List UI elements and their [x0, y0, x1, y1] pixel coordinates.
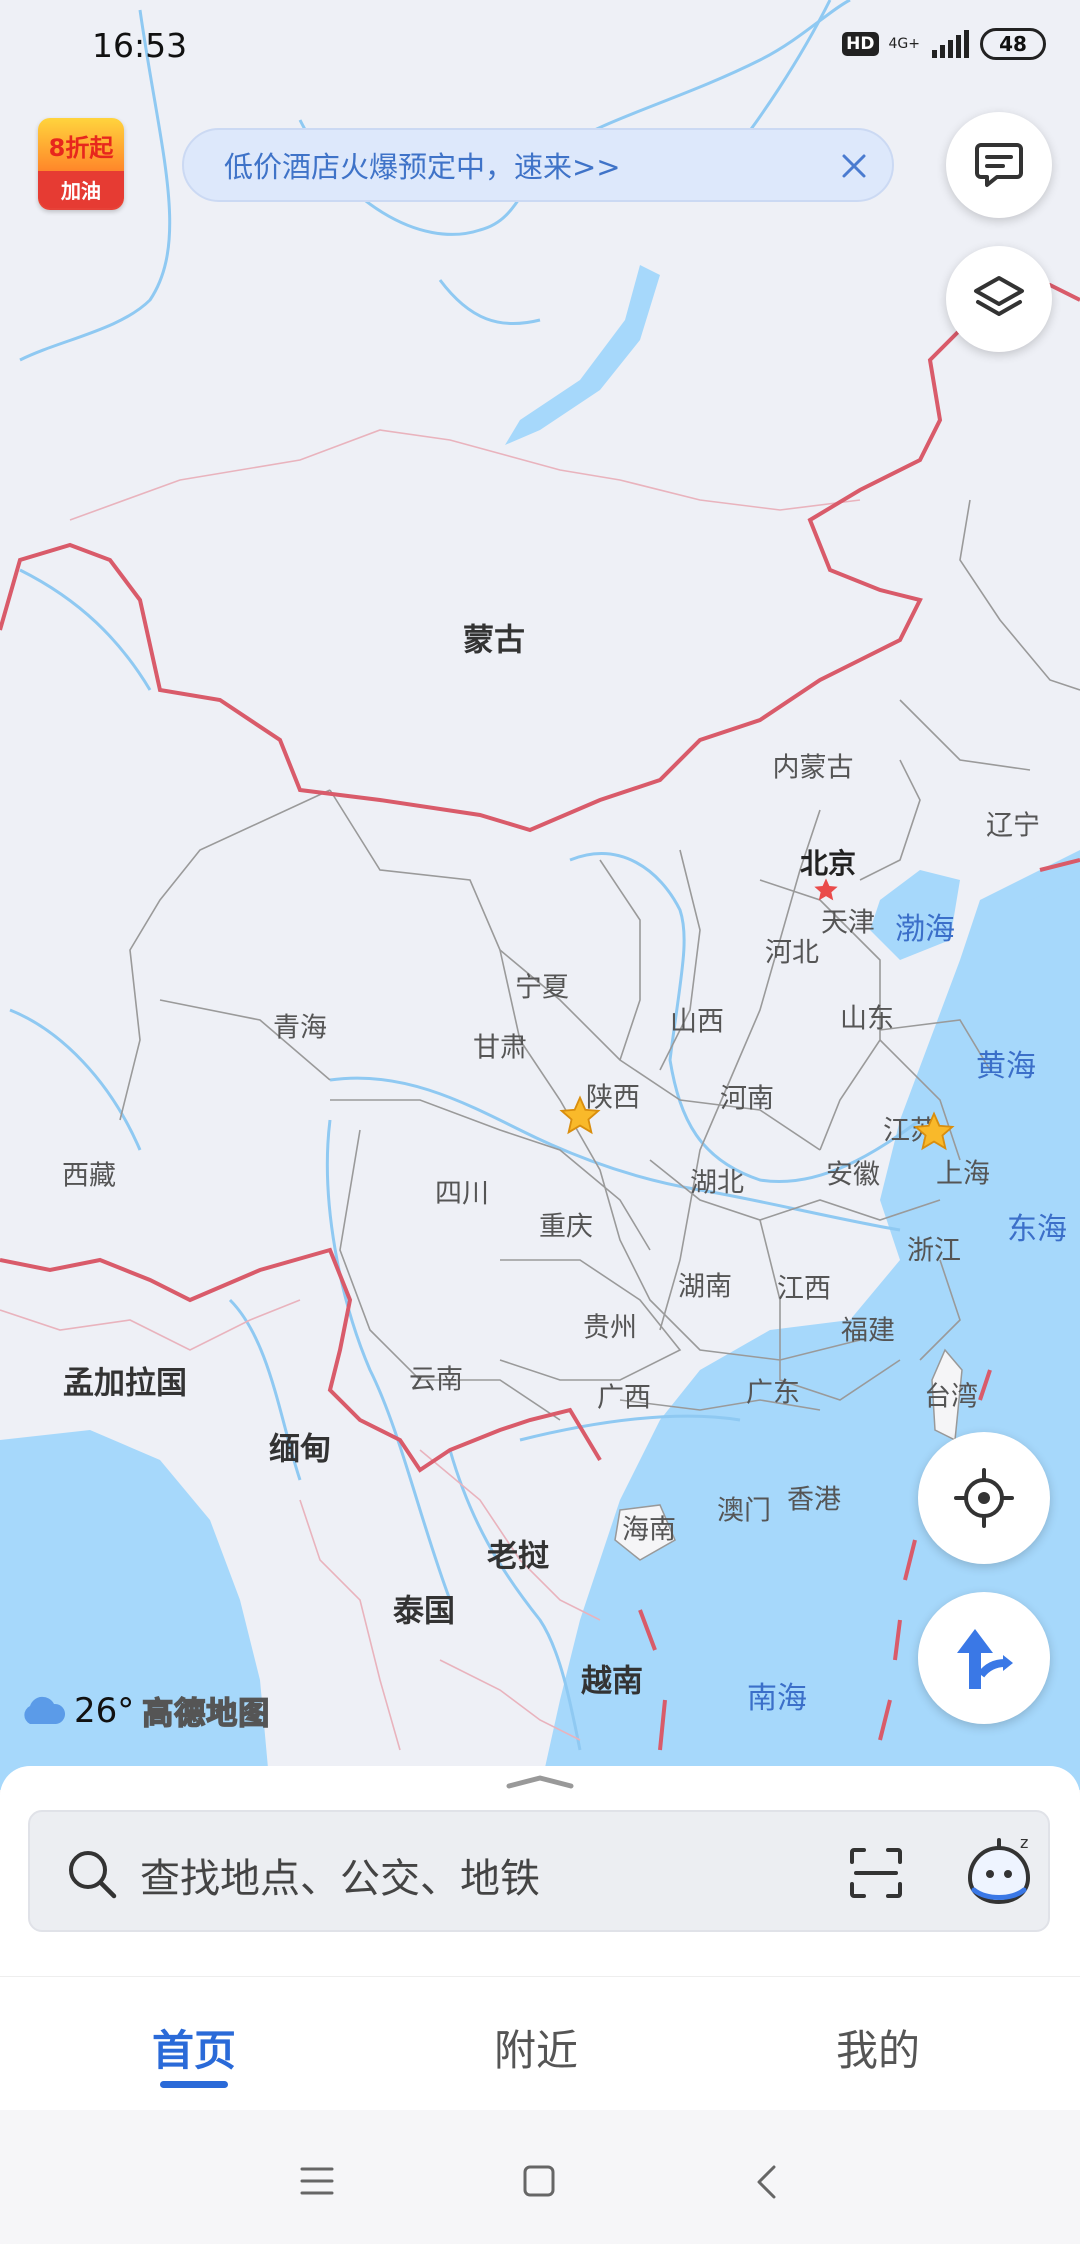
route-button[interactable] — [918, 1592, 1050, 1724]
map-label-bangladesh: 孟加拉国 — [63, 1365, 187, 1402]
cloud-icon — [24, 1696, 66, 1724]
hotel-promo-banner[interactable]: 低价酒店火爆预定中，速来>> — [182, 128, 894, 202]
favorite-star-icon[interactable] — [558, 1094, 602, 1138]
promo-discount: 8折起 — [48, 134, 114, 162]
map-label-province: 湖北 — [690, 1167, 744, 1199]
map-label-province: 香港 — [787, 1484, 841, 1516]
tab-mine[interactable]: 我的 — [836, 2017, 920, 2078]
map-label-province: 台湾 — [924, 1381, 978, 1413]
map-label-sea: 渤海 — [895, 912, 955, 947]
map-label-laos: 老挝 — [487, 1538, 549, 1575]
bottom-sheet[interactable]: 查找地点、公交、地铁 z — [0, 1766, 1080, 1976]
brand-logo: 高德地图 — [142, 1695, 271, 1733]
status-time: 16:53 — [92, 26, 188, 65]
banner-text: 低价酒店火爆预定中，速来>> — [224, 150, 621, 184]
search-icon — [69, 1851, 117, 1899]
map-label-province: 广东 — [746, 1377, 800, 1409]
tab-home[interactable]: 首页 — [152, 2017, 236, 2078]
network-type: 4G+ — [888, 36, 921, 52]
map-label-province: 安徽 — [826, 1159, 880, 1191]
system-nav-bar — [0, 2110, 1080, 2244]
search-input[interactable]: 查找地点、公交、地铁 — [140, 1846, 540, 1904]
chat-icon — [975, 143, 1023, 187]
map-label-province: 辽宁 — [986, 810, 1040, 842]
map-label-vietnam: 越南 — [581, 1663, 643, 1700]
battery-indicator: 48 — [980, 28, 1046, 60]
map-label-province: 海南 — [622, 1514, 676, 1546]
map-label-province: 河南 — [720, 1083, 774, 1115]
map-label-sea: 南海 — [747, 1681, 807, 1716]
map-label-province: 湖南 — [678, 1271, 732, 1303]
map-label-mongolia: 蒙古 — [463, 622, 525, 659]
map-label-province: 贵州 — [583, 1312, 637, 1344]
temperature: 26° — [74, 1690, 135, 1731]
map-canvas — [0, 0, 1080, 1790]
map-view[interactable]: 蒙古 孟加拉国 缅甸 老挝 泰国 越南 内蒙古 辽宁 北京 天津 河北 山西 山… — [0, 0, 1080, 1790]
status-bar: 16:53 HD 4G+ 48 — [0, 0, 1080, 90]
map-label-province: 福建 — [841, 1315, 895, 1347]
map-label-myanmar: 缅甸 — [269, 1431, 331, 1468]
tab-bar: 首页 附近 我的 — [0, 1976, 1080, 2111]
map-label-province: 甘肃 — [473, 1032, 527, 1064]
map-label-province: 江西 — [777, 1273, 831, 1305]
map-label-province: 浙江 — [907, 1235, 961, 1267]
map-label-province: 青海 — [273, 1012, 327, 1044]
weather-widget[interactable]: 26° 高德地图 — [18, 1688, 270, 1733]
route-arrow-icon — [957, 1629, 1013, 1689]
menu-icon[interactable] — [300, 2166, 334, 2196]
locate-button[interactable] — [918, 1432, 1050, 1564]
map-label-province: 内蒙古 — [772, 752, 854, 784]
map-label-thailand: 泰国 — [393, 1593, 455, 1630]
promo-label: 加油 — [38, 171, 124, 208]
back-icon[interactable] — [754, 2164, 778, 2200]
map-label-province: 上海 — [936, 1158, 990, 1190]
map-label-sea: 东海 — [1007, 1212, 1067, 1247]
map-label-province: 重庆 — [539, 1211, 593, 1243]
hd-badge: HD — [842, 32, 879, 56]
message-button[interactable] — [946, 112, 1052, 218]
map-label-province: 四川 — [435, 1178, 489, 1210]
layers-button[interactable] — [946, 246, 1052, 352]
map-label-sea: 黄海 — [976, 1049, 1036, 1084]
search-bar[interactable]: 查找地点、公交、地铁 z — [28, 1810, 1050, 1932]
map-label-province: 云南 — [409, 1364, 463, 1396]
map-label-province: 河北 — [765, 937, 819, 969]
home-icon[interactable] — [522, 2164, 556, 2198]
map-label-province: 澳门 — [717, 1495, 771, 1527]
sheet-handle-icon[interactable] — [505, 1774, 575, 1790]
map-label-province: 西藏 — [62, 1160, 116, 1192]
map-label-province: 宁夏 — [515, 972, 569, 1004]
assistant-avatar-icon[interactable]: z — [962, 1834, 1036, 1908]
favorite-star-icon[interactable] — [912, 1110, 956, 1154]
map-label-province: 天津 — [821, 907, 875, 939]
capital-star-icon — [814, 878, 838, 901]
map-label-province: 山西 — [670, 1006, 724, 1038]
tab-nearby[interactable]: 附近 — [494, 2017, 578, 2078]
map-label-province: 山东 — [840, 1003, 894, 1035]
svg-text:z: z — [1020, 1834, 1028, 1852]
map-label-province: 广西 — [597, 1382, 651, 1414]
active-tab-indicator — [160, 2081, 228, 2088]
fuel-promo-button[interactable]: 8折起 加油 — [38, 118, 124, 210]
signal-icon — [932, 30, 969, 58]
crosshair-icon — [954, 1468, 1014, 1528]
scan-icon[interactable] — [848, 1846, 904, 1900]
layers-icon — [974, 276, 1024, 316]
close-icon[interactable] — [834, 146, 874, 186]
